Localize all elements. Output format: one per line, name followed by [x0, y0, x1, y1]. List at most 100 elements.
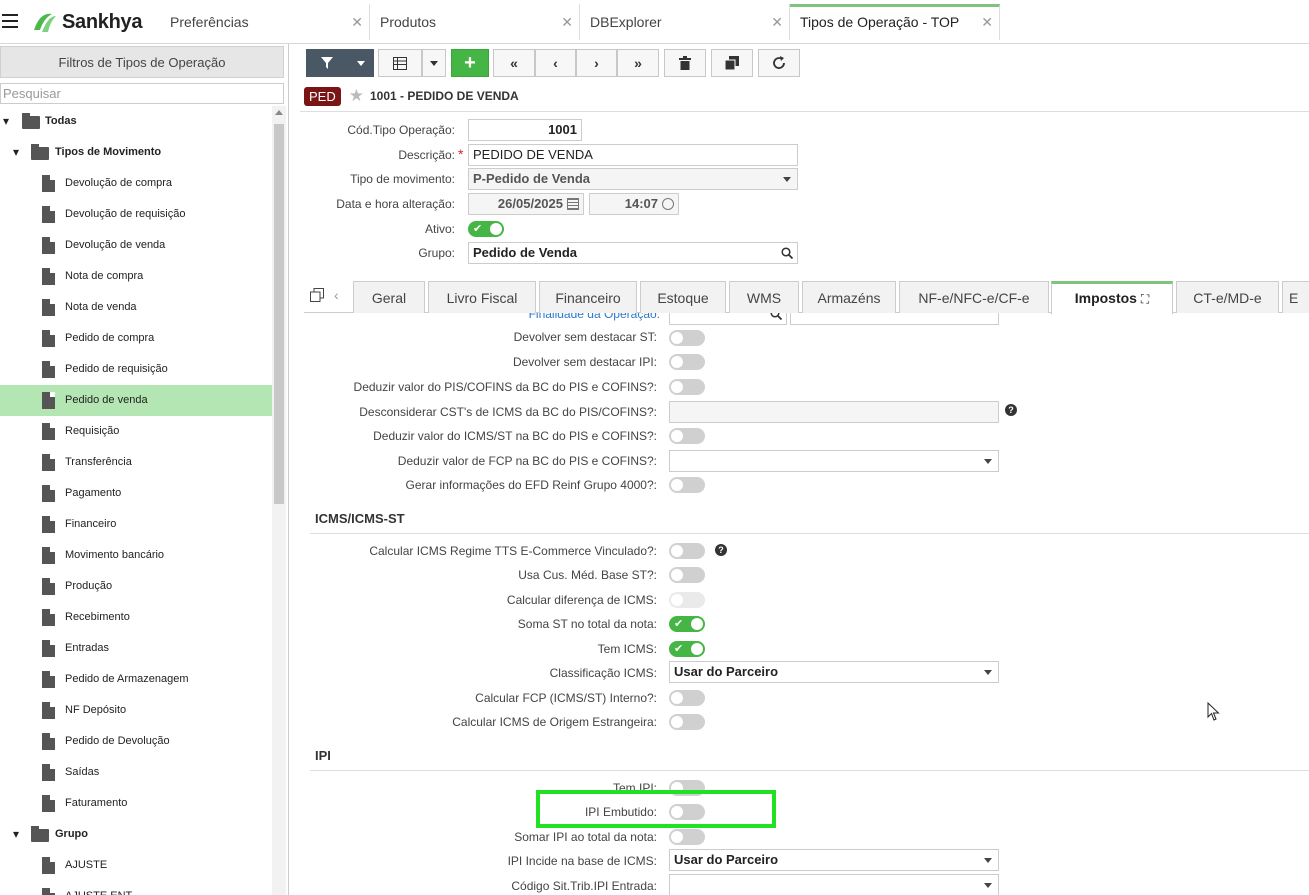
finalidade-desc-field[interactable] — [790, 313, 999, 325]
tab-cte[interactable]: CT-e/MD-e — [1176, 281, 1279, 313]
tree-item[interactable]: Pedido de Devolução — [0, 726, 272, 757]
tree-item[interactable]: AJUSTE ENT — [0, 881, 272, 895]
tab-wms[interactable]: WMS — [729, 281, 799, 313]
tree-item[interactable]: Devolução de venda — [0, 230, 272, 261]
tree-item[interactable]: AJUSTE — [0, 850, 272, 881]
devolver-sem-st-toggle[interactable] — [669, 330, 705, 346]
search-icon[interactable] — [781, 247, 793, 259]
tab-more[interactable]: E — [1282, 281, 1309, 313]
tree-item[interactable]: Devolução de requisição — [0, 199, 272, 230]
hora-field[interactable]: 14:07 — [589, 193, 679, 215]
grid-view-button[interactable] — [378, 49, 422, 77]
menu-icon[interactable] — [2, 14, 18, 28]
tree-item[interactable]: Pedido de compra — [0, 323, 272, 354]
tem-icms-toggle[interactable]: ✔ — [669, 641, 705, 657]
deduzir-pis-cofins-toggle[interactable] — [669, 379, 705, 395]
filter-panel-title[interactable]: Filtros de Tipos de Operação — [0, 46, 284, 78]
tree-scrollbar[interactable] — [272, 106, 286, 895]
add-button[interactable]: + — [451, 49, 489, 77]
chevron-down-icon[interactable]: ▾ — [13, 137, 19, 168]
copy-icon[interactable] — [310, 288, 324, 302]
tree-node-root[interactable]: ▾ Todas — [0, 106, 272, 137]
filter-button[interactable] — [306, 49, 348, 77]
tree-item[interactable]: Requisição — [0, 416, 272, 447]
star-icon[interactable]: ★ — [349, 86, 364, 106]
desc-field[interactable]: PEDIDO DE VENDA — [468, 144, 798, 166]
tab-armazens[interactable]: Armazéns — [802, 281, 896, 313]
tree-item[interactable]: Recebimento — [0, 602, 272, 633]
close-icon[interactable]: ✕ — [561, 4, 573, 40]
tab-produtos[interactable]: Produtos ✕ — [370, 4, 580, 40]
tree-item[interactable]: Pagamento — [0, 478, 272, 509]
tree-item[interactable]: NF Depósito — [0, 695, 272, 726]
help-icon[interactable]: ? — [1005, 404, 1017, 416]
search-icon[interactable] — [770, 313, 782, 320]
chevron-down-icon[interactable]: ▾ — [3, 106, 9, 137]
efd-reinf-toggle[interactable] — [669, 477, 705, 493]
tab-dbexplorer[interactable]: DBExplorer ✕ — [580, 4, 790, 40]
chevron-down-icon[interactable]: ▾ — [13, 819, 19, 850]
ipi-incide-select[interactable]: Usar do Parceiro — [669, 849, 999, 871]
tree-item[interactable]: Faturamento — [0, 788, 272, 819]
grupo-field[interactable]: Pedido de Venda — [468, 242, 798, 264]
close-icon[interactable]: ✕ — [981, 7, 993, 37]
tree-item[interactable]: Pedido de venda — [0, 385, 272, 416]
desconsiderar-cst-field[interactable] — [669, 401, 999, 423]
classificacao-icms-select[interactable]: Usar do Parceiro — [669, 661, 999, 683]
first-record-button[interactable]: « — [493, 49, 535, 77]
tree-node-group[interactable]: ▾ Grupo — [0, 819, 272, 850]
clock-icon[interactable] — [662, 198, 674, 210]
tab-impostos[interactable]: Impostos ⛶ — [1051, 281, 1173, 314]
duplicate-button[interactable] — [711, 49, 753, 77]
tree-item[interactable]: Movimento bancário — [0, 540, 272, 571]
cod-sit-trib-select[interactable] — [669, 874, 999, 895]
finalidade-field[interactable] — [669, 313, 787, 325]
data-field[interactable]: 26/05/2025 — [468, 193, 584, 215]
usa-cus-med-toggle[interactable] — [669, 567, 705, 583]
tree-item[interactable]: Entradas — [0, 633, 272, 664]
cod-field[interactable]: 1001 — [468, 119, 582, 141]
tipo-select[interactable]: P-Pedido de Venda — [468, 168, 798, 190]
icms-tts-toggle[interactable] — [669, 543, 705, 559]
tree-item[interactable]: Devolução de compra — [0, 168, 272, 199]
tree-item[interactable]: Financeiro — [0, 509, 272, 540]
tab-nfe[interactable]: NF-e/NFC-e/CF-e — [899, 281, 1049, 313]
tab-tipos-operacao[interactable]: Tipos de Operação - TOP ✕ — [790, 4, 1000, 40]
devolver-sem-ipi-toggle[interactable] — [669, 354, 705, 370]
close-icon[interactable]: ✕ — [351, 4, 363, 40]
calendar-icon[interactable] — [567, 198, 579, 210]
tab-geral[interactable]: Geral — [353, 281, 425, 313]
soma-st-toggle[interactable]: ✔ — [669, 616, 705, 632]
diferenca-icms-toggle[interactable] — [669, 592, 705, 608]
last-record-button[interactable]: » — [617, 49, 659, 77]
next-record-button[interactable]: › — [576, 49, 617, 77]
refresh-button[interactable] — [758, 49, 800, 77]
tree-item[interactable]: Nota de compra — [0, 261, 272, 292]
tab-estoque[interactable]: Estoque — [640, 281, 726, 313]
help-icon[interactable]: ? — [715, 544, 727, 556]
deduzir-icms-st-toggle[interactable] — [669, 428, 705, 444]
fcp-interno-toggle[interactable] — [669, 690, 705, 706]
deduzir-fcp-select[interactable] — [669, 450, 999, 472]
delete-button[interactable] — [664, 49, 706, 77]
tree-item[interactable]: Pedido de requisição — [0, 354, 272, 385]
somar-ipi-toggle[interactable] — [669, 829, 705, 845]
tree-item[interactable]: Saídas — [0, 757, 272, 788]
close-icon[interactable]: ✕ — [771, 4, 783, 40]
scroll-up-icon[interactable] — [275, 110, 283, 115]
expand-icon[interactable]: ⛶ — [1141, 292, 1149, 306]
tree-item[interactable]: Nota de venda — [0, 292, 272, 323]
tab-preferencias[interactable]: Preferências ✕ — [160, 4, 370, 40]
chevron-left-icon[interactable]: ‹ — [334, 287, 339, 303]
tree-item[interactable]: Pedido de Armazenagem — [0, 664, 272, 695]
ativo-toggle[interactable]: ✔ — [468, 221, 504, 237]
search-input[interactable]: Pesquisar — [0, 83, 284, 104]
tab-livro-fiscal[interactable]: Livro Fiscal — [428, 281, 536, 313]
view-dropdown-button[interactable] — [422, 49, 446, 77]
tree-item[interactable]: Produção — [0, 571, 272, 602]
tab-financeiro[interactable]: Financeiro — [539, 281, 637, 313]
icms-estrangeira-toggle[interactable] — [669, 714, 705, 730]
scroll-thumb[interactable] — [274, 124, 284, 504]
filter-dropdown-button[interactable] — [348, 49, 374, 77]
tree-node-group[interactable]: ▾ Tipos de Movimento — [0, 137, 272, 168]
